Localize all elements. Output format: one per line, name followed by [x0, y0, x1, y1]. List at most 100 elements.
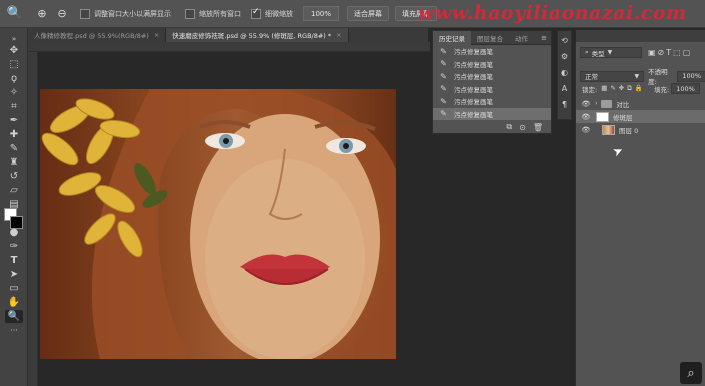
panel-menu-icon[interactable]: ≡: [541, 34, 547, 42]
portrait-illustration: [40, 89, 396, 359]
brush-icon: ✎: [440, 84, 447, 94]
zoom-all-windows-option[interactable]: 缩放所有窗口: [185, 0, 241, 28]
resize-windows-label: 调整窗口大小以满屏显示: [94, 9, 171, 18]
trash-icon[interactable]: 🗑: [533, 123, 543, 132]
pen-tool-icon[interactable]: ✑: [5, 240, 23, 253]
zoom-icon[interactable]: ⌕: [680, 362, 702, 384]
tab-actions[interactable]: 动作: [509, 31, 534, 45]
eye-icon[interactable]: 👁: [580, 100, 592, 108]
filter-kind-select[interactable]: ⌕ 类型 ▼: [580, 47, 642, 58]
history-panel-tabs: 历史记录 图层复合 动作 ≡: [433, 30, 551, 45]
chevron-down-icon: ▼: [634, 72, 640, 80]
zoom-all-windows-checkbox[interactable]: [185, 8, 195, 19]
shape-tool-icon[interactable]: ▭: [5, 282, 23, 295]
blend-mode-select[interactable]: 正常 ▼: [580, 70, 645, 82]
tools-panel: » ✥ ⬚ ϙ ✧ ⌗ ✒ ✚ ✎ ♜ ↺ ▱ ▤ 💧 ● ✑ T ➤ ▭ ✋ …: [0, 28, 28, 386]
layer-thumbnail: [596, 111, 609, 122]
zoom-out-icon[interactable]: ⊖: [54, 6, 70, 22]
marquee-tool-icon[interactable]: ⬚: [5, 58, 23, 71]
more-tools-icon[interactable]: ···: [5, 324, 23, 337]
history-item[interactable]: ✎ 污点修复画笔: [433, 58, 551, 71]
zoom-tool-icon[interactable]: 🔍: [5, 310, 23, 323]
lock-fill-row: 锁定: ▦✎✥⧉🔒 填充: 100%: [576, 83, 705, 94]
fill-label: 填充:: [653, 85, 670, 94]
brush-icon: ✎: [440, 71, 447, 81]
stamp-tool-icon[interactable]: ♜: [5, 156, 23, 169]
chevron-down-icon: ▼: [607, 49, 613, 56]
history-item[interactable]: ✎ 污点修复画笔: [433, 45, 551, 58]
chevron-right-icon[interactable]: ›: [595, 100, 597, 107]
tab-document-1[interactable]: 人像精修教程.psd @ 55.9%(RGB/8#) ×: [28, 28, 167, 42]
history-item-label: 污点修复画笔: [454, 73, 493, 82]
history-item-label: 污点修复画笔: [454, 98, 493, 107]
hand-icon[interactable]: ✋: [5, 296, 23, 309]
lock-options-icons[interactable]: ▦✎✥⧉🔒: [601, 84, 646, 93]
history-item-active[interactable]: ✎ 污点修复画笔: [433, 107, 551, 120]
tab-history[interactable]: 历史记录: [433, 30, 471, 45]
history-brush-tool-icon[interactable]: ↺: [5, 170, 23, 183]
blend-mode-value: 正常: [585, 73, 598, 81]
history-item-label: 污点修复画笔: [454, 48, 493, 57]
layer-filter-row: ⌕ 类型 ▼ ▣⊘T⬚▢: [576, 47, 705, 58]
brush-icon: ✎: [440, 96, 447, 106]
eye-icon[interactable]: 👁: [580, 113, 592, 121]
history-item-label: 污点修复画笔: [454, 110, 493, 119]
document-tabs: 人像精修教程.psd @ 55.9%(RGB/8#) × 快速磨皮修饰祛斑.ps…: [28, 28, 428, 42]
resize-windows-option[interactable]: 调整窗口大小以满屏显示: [80, 0, 171, 28]
lasso-tool-icon[interactable]: ϙ: [5, 72, 23, 85]
move-tool-icon[interactable]: ✥: [5, 44, 23, 57]
snapshot-camera-icon[interactable]: ⊙: [519, 123, 526, 132]
scrubby-zoom-checkbox[interactable]: [251, 7, 261, 19]
history-item[interactable]: ✎ 污点修复画笔: [433, 83, 551, 96]
layer-row[interactable]: 👁 图层 0: [576, 123, 705, 136]
layer-name: 图层 0: [619, 126, 639, 135]
scrubby-zoom-label: 细微缩放: [265, 9, 293, 18]
fit-screen-button[interactable]: 适合屏幕: [347, 6, 389, 21]
filter-kind-value: 类型: [591, 49, 605, 58]
new-document-from-state-icon[interactable]: ⧉: [506, 122, 512, 132]
watermark: www.haoyiliaonazai.com: [418, 2, 687, 24]
eraser-tool-icon[interactable]: ▱: [5, 184, 23, 197]
history-item[interactable]: ✎ 污点修复画笔: [433, 70, 551, 83]
scrubby-zoom-option[interactable]: 细微缩放: [251, 0, 293, 28]
eyedropper-tool-icon[interactable]: ✒: [5, 114, 23, 127]
history-item[interactable]: ✎ 污点修复画笔: [433, 95, 551, 108]
layer-name: 修斑层: [613, 113, 633, 122]
magic-wand-tool-icon[interactable]: ✧: [5, 86, 23, 99]
tab-document-2[interactable]: 快速磨皮修饰祛斑.psd @ 55.9% (修斑层, RGB/8#) * ×: [166, 28, 349, 42]
brush-icon: ✎: [440, 46, 447, 56]
history-footer: ⧉ ⊙ 🗑: [433, 121, 551, 133]
vertical-ruler: [28, 52, 38, 386]
healing-brush-tool-icon[interactable]: ✚: [5, 128, 23, 141]
layers-panel: ⌕ 类型 ▼ ▣⊘T⬚▢ 正常 ▼ 不透明度: 100% 锁定: ▦✎✥⧉🔒 填…: [575, 30, 705, 386]
type-tool-icon[interactable]: T: [5, 254, 23, 267]
close-icon[interactable]: ×: [154, 31, 159, 39]
history-panel-icon[interactable]: ⟲: [558, 34, 571, 47]
resize-windows-checkbox[interactable]: [80, 8, 90, 19]
horizontal-ruler: [28, 42, 430, 52]
properties-panel-icon[interactable]: ⚙: [558, 50, 571, 63]
opacity-field[interactable]: 100%: [677, 70, 705, 82]
paragraph-panel-icon[interactable]: ¶: [558, 98, 571, 111]
crop-tool-icon[interactable]: ⌗: [5, 100, 23, 113]
zoom-all-windows-label: 缩放所有窗口: [199, 9, 241, 18]
layer-row-selected[interactable]: 👁 修斑层: [576, 110, 705, 123]
tab-layer-comps[interactable]: 图层复合: [471, 31, 509, 45]
eye-icon[interactable]: 👁: [580, 126, 592, 134]
zoom-in-icon[interactable]: ⊕: [34, 6, 50, 22]
filter-type-icons[interactable]: ▣⊘T⬚▢: [648, 48, 692, 57]
brush-tool-icon[interactable]: ✎: [5, 142, 23, 155]
fill-field[interactable]: 100%: [671, 83, 700, 94]
layer-row-group[interactable]: 👁 › 对比: [576, 97, 705, 110]
close-icon[interactable]: ×: [336, 31, 341, 39]
adjustments-panel-icon[interactable]: ◐: [558, 66, 571, 79]
character-panel-icon[interactable]: A: [558, 82, 571, 95]
path-selection-tool-icon[interactable]: ➤: [5, 268, 23, 281]
brush-icon: ✎: [440, 59, 447, 69]
brush-icon: ✎: [440, 109, 447, 119]
zoom-value-field[interactable]: 100%: [303, 6, 339, 21]
tool-preset-zoom-icon[interactable]: 🔍: [0, 0, 30, 28]
background-color-swatch[interactable]: [10, 216, 23, 229]
history-panel: 历史记录 图层复合 动作 ≡ ✎ 污点修复画笔 ✎ 污点修复画笔 ✎ 污点修复画笔 ✎…: [432, 30, 552, 134]
canvas-image[interactable]: [40, 89, 396, 359]
